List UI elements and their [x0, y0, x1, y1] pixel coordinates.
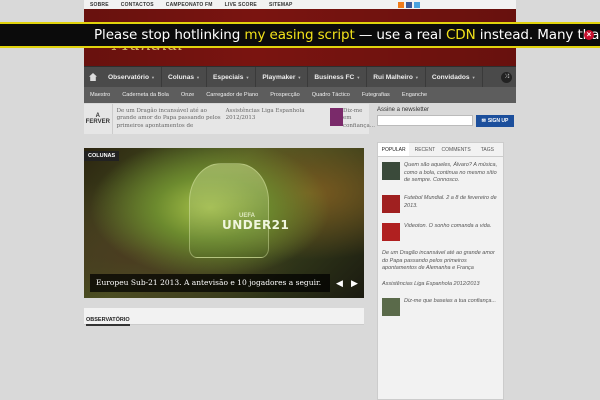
slide-category[interactable]: COLUNAS [84, 151, 120, 161]
chevron-down-icon: ▼ [297, 74, 302, 80]
close-icon[interactable]: × [584, 30, 594, 40]
top-links: SOBRE CONTACTOS CAMPEONATO FM LIVE SCORE… [84, 2, 299, 8]
social-icons [398, 1, 516, 8]
subnav-item-prospeccao[interactable]: Prospecção [264, 92, 306, 98]
chevron-down-icon: ▼ [151, 74, 156, 80]
featured-slider[interactable]: UEFA UNDER21 COLUNAS Europeu Sub-21 2013… [84, 148, 364, 298]
main-nav: Observatório ▼ Colunas ▼ Especiais ▼ Playma… [84, 66, 516, 88]
subnav-item-enganche[interactable]: Enganche [396, 92, 433, 98]
chevron-down-icon: ▼ [245, 74, 250, 80]
sidebar-tabs: POPULAR RECENT COMMENTS TAGS [378, 143, 503, 157]
chevron-down-icon: ▼ [196, 74, 200, 80]
tab-recent[interactable]: RECENT [409, 143, 440, 156]
post-thumbnail[interactable] [382, 162, 400, 180]
section-title[interactable]: OBSERVATÓRIO [86, 317, 130, 326]
news-ticker: A FERVER De um Dragão incansável até ao … [84, 104, 375, 134]
subnav-item-caderneta[interactable]: Caderneta da Bola [116, 92, 175, 98]
newsletter-box: Assine a newsletter ✉ SIGN UP [375, 104, 516, 134]
slide-under21-text: UNDER21 [222, 218, 290, 232]
chevron-down-icon: ▼ [356, 74, 361, 80]
newsletter-email-input[interactable] [377, 115, 473, 126]
subnav-item-quadro-tactico[interactable]: Quadro Táctico [306, 92, 356, 98]
list-item[interactable]: Assistências Liga Espanhola 2012/2013 [378, 277, 503, 293]
nav-item-especiais[interactable]: Especiais ▼ [207, 66, 257, 88]
shuffle-icon[interactable]: ⤨ [501, 71, 512, 83]
ticker-label: A FERVER [84, 104, 113, 134]
tab-popular[interactable]: POPULAR [378, 143, 410, 156]
rss-icon[interactable] [398, 1, 404, 8]
post-title[interactable]: Diz-me que baseias a tua confiança... [404, 298, 496, 316]
chevron-down-icon: ▼ [414, 74, 419, 80]
tab-tags[interactable]: TAGS [472, 143, 503, 156]
top-bar: SOBRE CONTACTOS CAMPEONATO FM LIVE SCORE… [84, 0, 516, 9]
subnav-item-futegrafias[interactable]: Futegrafias [356, 92, 396, 98]
top-link-campeonato[interactable]: CAMPEONATO FM [160, 2, 219, 8]
nav-item-convidados[interactable]: Convidados ▼ [426, 66, 483, 88]
slide-caption[interactable]: Europeu Sub-21 2013. A antevisão e 10 jo… [90, 274, 330, 292]
subnav-item-onze[interactable]: Onze [175, 92, 200, 98]
facebook-icon[interactable] [406, 1, 412, 8]
list-item[interactable]: Videoton. O sonho comanda a vida. [378, 218, 503, 246]
ticker-item[interactable]: Assistências Liga Espanhola 2012/2013 [226, 108, 326, 130]
top-link-sobre[interactable]: SOBRE [84, 2, 115, 8]
next-arrow-icon[interactable]: ▶ [351, 279, 358, 288]
nav-item-colunas[interactable]: Colunas ▼ [162, 66, 207, 88]
tab-comments[interactable]: COMMENTS [441, 143, 472, 156]
top-link-contactos[interactable]: CONTACTOS [115, 2, 160, 8]
sub-nav: Maestro Caderneta da Bola Onze Carregado… [84, 87, 516, 103]
home-icon[interactable] [84, 67, 102, 88]
top-link-live-score[interactable]: LIVE SCORE [219, 2, 263, 8]
top-link-sitemap[interactable]: SITEMAP [263, 2, 299, 8]
post-thumbnail[interactable] [382, 223, 400, 242]
banner-link-cdn[interactable]: CDN [446, 27, 476, 43]
nav-item-playmaker[interactable]: Playmaker ▼ [256, 66, 309, 88]
chevron-down-icon: ▼ [471, 74, 476, 80]
sidebar-widget: POPULAR RECENT COMMENTS TAGS Quem são aq… [377, 142, 504, 400]
sign-up-button[interactable]: ✉ SIGN UP [476, 115, 514, 127]
twitter-icon[interactable] [414, 1, 420, 8]
ticker-thumbnail[interactable] [329, 108, 343, 126]
mail-icon: ✉ [481, 118, 486, 124]
ticker-item[interactable]: Diz-me em confiança... [343, 104, 375, 134]
list-item[interactable]: De um Dragão incansável até ao grande am… [378, 246, 503, 277]
post-thumbnail[interactable] [382, 297, 400, 316]
newsletter-title: Assine a newsletter [377, 107, 430, 113]
nav-item-business-fc[interactable]: Business FC ▼ [308, 66, 368, 88]
list-item[interactable]: Diz-me que baseias a tua confiança... [378, 293, 503, 321]
post-title[interactable]: Videoton. O sonho comanda a vida. [404, 223, 491, 241]
banner-link-easing[interactable]: my easing script [244, 27, 354, 43]
nav-item-observatorio[interactable]: Observatório ▼ [102, 66, 163, 88]
list-item[interactable]: Futebol Mundial. 2 a 8 de fevereiro de 2… [378, 190, 503, 218]
subnav-item-maestro[interactable]: Maestro [84, 92, 116, 98]
nav-item-rui-malheiro[interactable]: Rui Malheiro ▼ [367, 66, 426, 88]
prev-arrow-icon[interactable]: ◀ [336, 279, 343, 288]
section-header: OBSERVATÓRIO [84, 308, 364, 326]
ticker-item[interactable]: De um Dragão incansável até ao grande am… [117, 108, 222, 130]
subnav-item-carregador[interactable]: Carregador de Piano [200, 92, 264, 98]
post-title[interactable]: Quem são aqueles, Álvaro? A música, como… [404, 162, 499, 185]
post-thumbnail[interactable] [382, 195, 400, 214]
trophy-image [189, 163, 269, 258]
post-title[interactable]: Futebol Mundial. 2 a 8 de fevereiro de 2… [404, 195, 499, 213]
hotlink-banner: Please stop hotlinking my easing script … [0, 22, 600, 48]
banner-message: Please stop hotlinking my easing script … [94, 27, 600, 43]
list-item[interactable]: Quem são aqueles, Álvaro? A música, como… [378, 157, 503, 190]
